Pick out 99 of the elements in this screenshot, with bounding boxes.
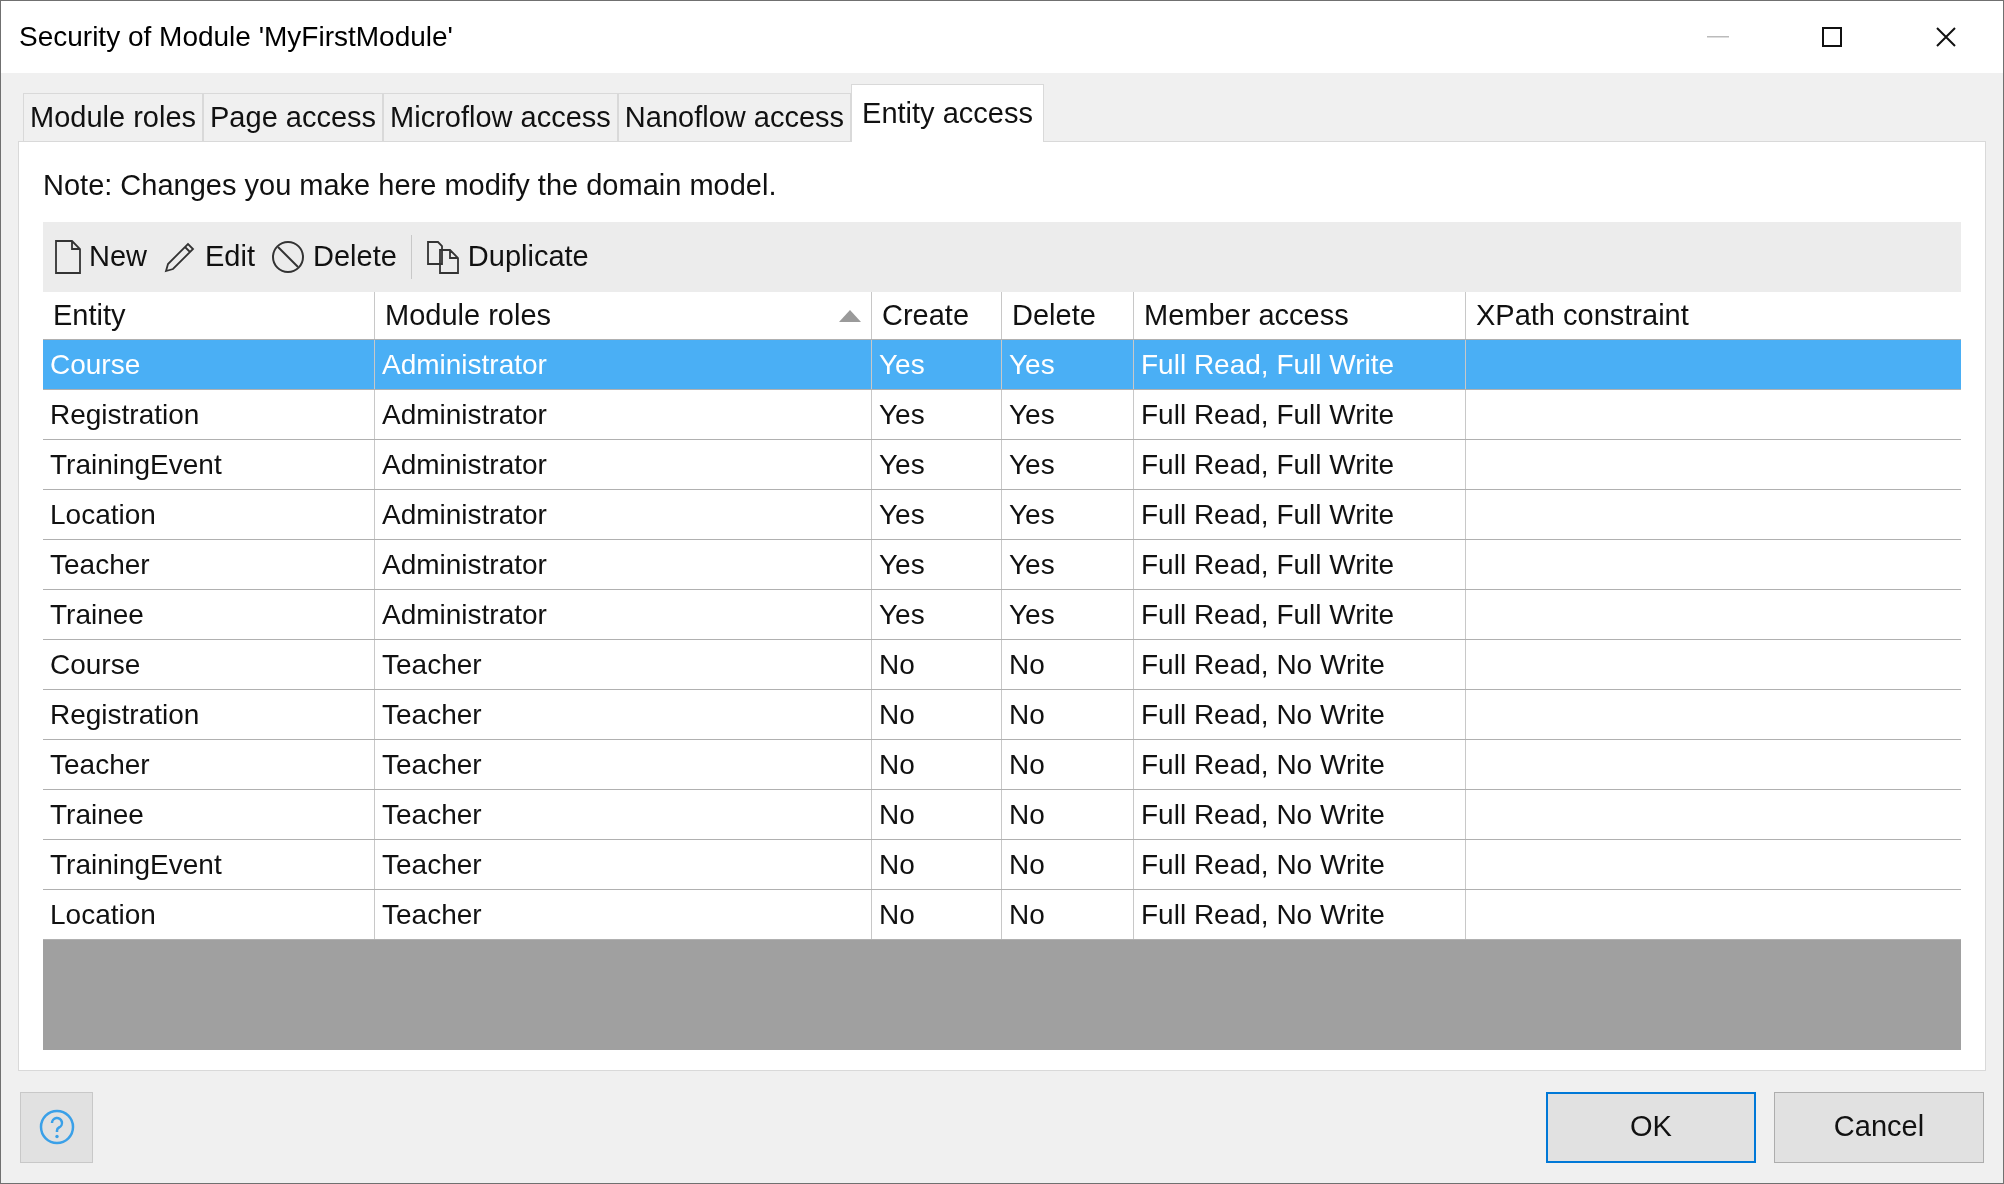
table-cell: Full Read, No Write — [1134, 890, 1466, 939]
copy-icon — [425, 240, 460, 274]
table-cell: Teacher — [375, 890, 872, 939]
table-cell: Location — [43, 890, 375, 939]
table-row[interactable]: TrainingEvent Administrator Yes Yes Full Read, Full Write — [43, 440, 1961, 490]
table-cell: No — [872, 790, 1002, 839]
table-cell: Teacher — [43, 740, 375, 789]
table-cell: Full Read, No Write — [1134, 840, 1466, 889]
table-cell: Teacher — [375, 640, 872, 689]
table-cell: Location — [43, 490, 375, 539]
table-cell: Full Read, Full Write — [1134, 590, 1466, 639]
table-cell: No — [872, 640, 1002, 689]
table-cell: Yes — [1002, 340, 1134, 389]
table-row[interactable]: Teacher Teacher No No Full Read, No Write — [43, 740, 1961, 790]
close-icon — [1936, 27, 1956, 47]
column-header[interactable]: Module roles — [375, 292, 872, 339]
table-cell: Full Read, No Write — [1134, 790, 1466, 839]
table-cell: No — [872, 690, 1002, 739]
dialog-button[interactable]: OK — [1546, 1091, 1756, 1163]
table-cell: No — [1002, 690, 1134, 739]
pencil-icon — [163, 240, 197, 274]
table-row[interactable]: Registration Administrator Yes Yes Full Read, Full Write — [43, 390, 1961, 440]
new-button[interactable]: New — [53, 229, 149, 285]
table-cell: Administrator — [375, 590, 872, 639]
minimize-icon — [1707, 36, 1729, 38]
table-row[interactable]: Trainee Administrator Yes Yes Full Read, Full Write — [43, 590, 1961, 640]
document-icon — [55, 240, 81, 274]
table-row[interactable]: Location Administrator Yes Yes Full Read, Full Write — [43, 490, 1961, 540]
table-cell: Teacher — [43, 540, 375, 589]
table-cell: Yes — [872, 340, 1002, 389]
table-cell: Administrator — [375, 390, 872, 439]
column-header[interactable]: Create — [872, 292, 1002, 339]
window-title: Security of Module 'MyFirstModule' — [19, 20, 453, 54]
table-cell: Administrator — [375, 440, 872, 489]
table-cell: Trainee — [43, 790, 375, 839]
column-header[interactable]: Member access — [1134, 292, 1466, 339]
help-icon — [38, 1109, 75, 1145]
maximize-icon — [1822, 27, 1842, 47]
tab[interactable]: Module roles — [23, 93, 204, 141]
table-cell: Yes — [872, 590, 1002, 639]
table-cell: Course — [43, 640, 375, 689]
table-cell: Teacher — [375, 740, 872, 789]
table-row[interactable]: Course Teacher No No Full Read, No Write — [43, 640, 1961, 690]
column-header[interactable]: Entity — [43, 292, 375, 339]
tab[interactable]: Microflow access — [383, 93, 618, 141]
table-cell: Yes — [872, 390, 1002, 439]
table-cell: Full Read, Full Write — [1134, 490, 1466, 539]
table-cell: Teacher — [375, 840, 872, 889]
table-cell: Yes — [1002, 590, 1134, 639]
table-row[interactable]: Location Teacher No No Full Read, No Write — [43, 890, 1961, 940]
table-cell: No — [872, 890, 1002, 939]
table-cell: Full Read, Full Write — [1134, 340, 1466, 389]
table-cell: Full Read, No Write — [1134, 690, 1466, 739]
table-cell: No — [872, 740, 1002, 789]
table-cell: Yes — [1002, 390, 1134, 439]
table-cell: Yes — [872, 490, 1002, 539]
tab[interactable]: Page access — [203, 93, 384, 141]
table-cell: Registration — [43, 390, 375, 439]
table-row[interactable]: Teacher Administrator Yes Yes Full Read, Full Write — [43, 540, 1961, 590]
table-cell: Yes — [872, 440, 1002, 489]
table-cell: Course — [43, 340, 375, 389]
table-cell: No — [872, 840, 1002, 889]
table-row[interactable]: TrainingEvent Teacher No No Full Read, No Write — [43, 840, 1961, 890]
column-header[interactable]: XPath constraint — [1466, 292, 1961, 339]
table-cell: Administrator — [375, 340, 872, 389]
edit-button[interactable]: Edit — [161, 229, 257, 285]
note-text: Note: Changes you make here modify the domain model. — [43, 168, 778, 202]
tab[interactable]: Entity access — [851, 84, 1044, 142]
table-cell: Full Read, Full Write — [1134, 540, 1466, 589]
table-cell: No — [1002, 640, 1134, 689]
table-cell: Teacher — [375, 790, 872, 839]
table-cell: Yes — [1002, 440, 1134, 489]
duplicate-button[interactable]: Duplicate — [423, 229, 591, 285]
table-cell: Yes — [1002, 540, 1134, 589]
table-cell: TrainingEvent — [43, 440, 375, 489]
table-cell: Full Read, Full Write — [1134, 440, 1466, 489]
dialog-button[interactable]: Cancel — [1774, 1091, 1984, 1163]
delete-button[interactable]: Delete — [269, 229, 399, 285]
table-cell: Registration — [43, 690, 375, 739]
table-cell: TrainingEvent — [43, 840, 375, 889]
table-cell: Teacher — [375, 690, 872, 739]
table-cell: Administrator — [375, 540, 872, 589]
help-button[interactable] — [20, 1091, 93, 1163]
table-row[interactable]: Registration Teacher No No Full Read, No Write — [43, 690, 1961, 740]
table-cell: Full Read, No Write — [1134, 640, 1466, 689]
table-cell: No — [1002, 740, 1134, 789]
table-cell: Yes — [1002, 490, 1134, 539]
table-cell: Full Read, Full Write — [1134, 390, 1466, 439]
column-header[interactable]: Delete — [1002, 292, 1134, 339]
table-cell: No — [1002, 790, 1134, 839]
table-cell: No — [1002, 890, 1134, 939]
tab[interactable]: Nanoflow access — [617, 93, 852, 141]
table-cell: Trainee — [43, 590, 375, 639]
prohibited-icon — [271, 240, 305, 274]
table-cell: Administrator — [375, 490, 872, 539]
table-cell: Yes — [872, 540, 1002, 589]
table-cell: Full Read, No Write — [1134, 740, 1466, 789]
table-cell: No — [1002, 840, 1134, 889]
table-row[interactable]: Trainee Teacher No No Full Read, No Write — [43, 790, 1961, 840]
